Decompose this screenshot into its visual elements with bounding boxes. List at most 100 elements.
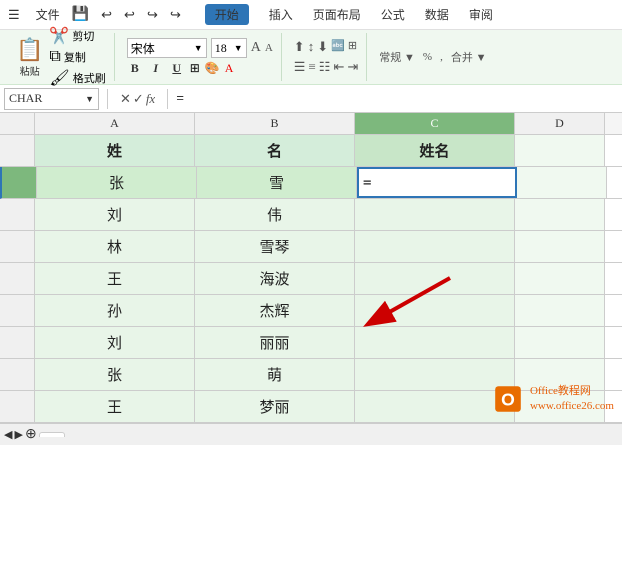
align-right-btn[interactable]: ☷ [319, 59, 331, 75]
align-top-btn[interactable]: ⬆ [294, 39, 305, 55]
scroll-left-btn[interactable]: ◀ [4, 428, 12, 441]
add-sheet-btn[interactable]: ⊕ [25, 426, 37, 443]
menu-bar[interactable]: ☰ 文件 💾 ↩ ↩ ↩ ↩ 开始 插入 页面布局 公式 数据 审阅 [8, 4, 493, 25]
font-row2: B I U ⊞ 🎨 A [127, 61, 273, 76]
menu-file-label[interactable]: 文件 [36, 6, 60, 23]
formula-content[interactable]: = [176, 91, 618, 106]
copy-label: 复制 [64, 49, 86, 65]
cell-c2[interactable]: = [357, 167, 517, 198]
col-header-a[interactable]: A [35, 113, 195, 134]
formula-bar: CHAR ▼ ✕ ✓ fx = [0, 85, 622, 113]
cell-b9[interactable]: 梦丽 [195, 391, 355, 422]
cell-a2[interactable]: 张 [37, 167, 197, 198]
comma-btn[interactable]: , [440, 51, 443, 63]
cell-d6[interactable] [515, 295, 605, 326]
increase-font-btn[interactable]: A [251, 40, 261, 56]
redo2-btn[interactable]: ↩ [170, 7, 181, 23]
percent-btn[interactable]: % [423, 51, 432, 63]
align-group: ⬆ ↕ ⬇ 🔤 ⊞ ☰ ≡ ☷ ⇤ ⇥ [286, 33, 367, 81]
font-size-box[interactable]: 18 ▼ [211, 38, 247, 58]
cell-d4[interactable] [515, 231, 605, 262]
cell-b4[interactable]: 雪琴 [195, 231, 355, 262]
cell-c3[interactable] [355, 199, 515, 230]
underline-btn[interactable]: U [169, 61, 185, 76]
cell-c6[interactable] [355, 295, 515, 326]
cell-a6[interactable]: 孙 [35, 295, 195, 326]
menu-file[interactable]: ☰ [8, 7, 20, 23]
cell-a7[interactable]: 刘 [35, 327, 195, 358]
italic-btn[interactable]: I [148, 61, 164, 76]
cell-b5[interactable]: 海波 [195, 263, 355, 294]
cell-b8[interactable]: 萌 [195, 359, 355, 390]
copy-btn[interactable]: ⧉ 复制 [49, 48, 105, 66]
menu-insert[interactable]: 插入 [269, 6, 293, 23]
cancel-formula-icon[interactable]: ✕ [120, 91, 131, 107]
cell-a3[interactable]: 刘 [35, 199, 195, 230]
name-box-dropdown[interactable]: ▼ [85, 94, 94, 104]
merge-btn[interactable]: ⊞ [348, 39, 357, 55]
cell-a5[interactable]: 王 [35, 263, 195, 294]
align-bottom-btn[interactable]: ⬇ [317, 39, 328, 55]
watermark-line1: Office教程网 [530, 384, 614, 399]
undo-btn[interactable]: ↩ [101, 7, 112, 23]
cell-a9[interactable]: 王 [35, 391, 195, 422]
indent-increase-btn[interactable]: ⇥ [347, 59, 358, 75]
cell-d1[interactable] [515, 135, 605, 166]
cell-c4[interactable] [355, 231, 515, 262]
merge-label: 合并 ▼ [451, 49, 487, 65]
name-box[interactable]: CHAR ▼ [4, 88, 99, 110]
menu-layout[interactable]: 页面布局 [313, 6, 361, 23]
quick-save[interactable]: 💾 [72, 6, 89, 23]
fx-icon[interactable]: fx [146, 91, 155, 107]
table-row: 张 雪 = [0, 167, 622, 199]
bold-btn[interactable]: B [127, 61, 143, 76]
align-middle-btn[interactable]: ↕ [308, 39, 315, 55]
table-row: 刘 伟 [0, 199, 622, 231]
indent-decrease-btn[interactable]: ⇤ [333, 59, 344, 75]
cell-a1[interactable]: 姓 [35, 135, 195, 166]
align-row-top: ⬆ ↕ ⬇ 🔤 ⊞ [294, 39, 358, 55]
align-left-btn[interactable]: ☰ [294, 59, 306, 75]
font-color-btn[interactable]: A [225, 61, 234, 76]
cell-b7[interactable]: 丽丽 [195, 327, 355, 358]
format-label: 格式刷 [73, 70, 106, 86]
sheet-tab-0[interactable] [39, 432, 65, 437]
cell-a4[interactable]: 林 [35, 231, 195, 262]
cell-b1[interactable]: 名 [195, 135, 355, 166]
cell-d3[interactable] [515, 199, 605, 230]
col-header-c[interactable]: C [355, 113, 515, 134]
cell-a8[interactable]: 张 [35, 359, 195, 390]
cell-c7[interactable] [355, 327, 515, 358]
menu-review[interactable]: 审阅 [469, 6, 493, 23]
decrease-font-btn[interactable]: A [265, 42, 273, 54]
menu-formula[interactable]: 公式 [381, 6, 405, 23]
menu-data[interactable]: 数据 [425, 6, 449, 23]
extra-groups: 常规 ▼ % , 合并 ▼ [371, 49, 494, 65]
col-header-d[interactable]: D [515, 113, 605, 134]
col-header-b[interactable]: B [195, 113, 355, 134]
cell-c1[interactable]: 姓名 [355, 135, 515, 166]
paste-btn[interactable]: 📋 粘贴 [16, 37, 43, 78]
cell-d5[interactable] [515, 263, 605, 294]
cell-b3[interactable]: 伟 [195, 199, 355, 230]
wrap-text-btn[interactable]: 🔤 [331, 39, 345, 55]
cell-b2[interactable]: 雪 [197, 167, 357, 198]
cell-c5[interactable] [355, 263, 515, 294]
redo-btn[interactable]: ↩ [147, 7, 158, 23]
cell-d2[interactable] [517, 167, 607, 198]
format-painter-btn[interactable]: 🖌 格式刷 [49, 68, 105, 88]
font-size-value: 18 [215, 41, 227, 56]
undo2-btn[interactable]: ↩ [124, 7, 135, 23]
cell-d7[interactable] [515, 327, 605, 358]
font-name-box[interactable]: 宋体 ▼ [127, 38, 207, 58]
fill-color-btn[interactable]: 🎨 [205, 61, 220, 76]
menu-start[interactable]: 开始 [205, 4, 249, 25]
scroll-right-btn[interactable]: ▶ [14, 428, 22, 441]
tab-bar: ◀ ▶ ⊕ [0, 423, 622, 445]
align-section: ⬆ ↕ ⬇ 🔤 ⊞ ☰ ≡ ☷ ⇤ ⇥ [294, 39, 358, 75]
confirm-formula-icon[interactable]: ✓ [133, 91, 144, 107]
align-center-btn[interactable]: ≡ [308, 59, 315, 75]
border-btn[interactable]: ⊞ [190, 61, 200, 76]
cut-btn[interactable]: ✂️ 剪切 [49, 26, 105, 46]
cell-b6[interactable]: 杰辉 [195, 295, 355, 326]
